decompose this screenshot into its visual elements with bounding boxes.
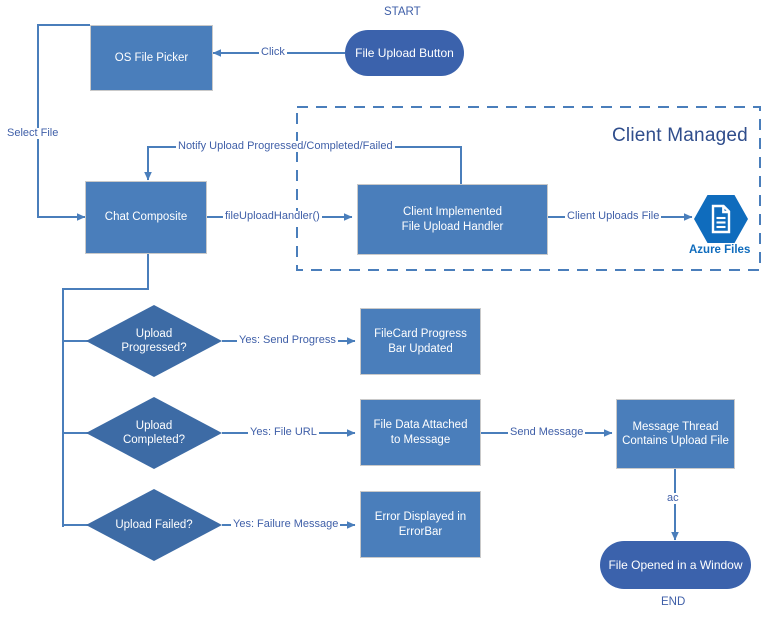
flowchart-canvas: File Upload Button OS File Picker Chat C…: [0, 0, 771, 619]
edge-label-notify: Notify Upload Progressed/Completed/Faile…: [176, 140, 395, 152]
edge-branch-spine: [62, 254, 149, 527]
node-label-line2: Bar Updated: [388, 342, 453, 355]
node-label: OS File Picker: [114, 51, 189, 64]
node-chat-composite[interactable]: Chat Composite: [85, 181, 207, 254]
node-os-file-picker[interactable]: OS File Picker: [90, 25, 213, 91]
azure-files-hexagon-document-icon: [692, 194, 750, 244]
edge-label-send-message: Send Message: [508, 426, 586, 438]
edge-label-yes-failure-message: Yes: Failure Message: [231, 518, 341, 530]
edge-label-client-uploads-file: Client Uploads File: [565, 210, 662, 222]
edge-label-yes-send-progress: Yes: Send Progress: [237, 334, 338, 346]
client-managed-group-title: Client Managed: [612, 125, 748, 146]
node-label-line1: Upload: [135, 327, 173, 340]
edge-label-file-upload-handler: fileUploadHandler(): [223, 210, 322, 222]
end-label: END: [661, 596, 686, 608]
node-label-line2: Completed?: [122, 434, 185, 446]
node-label-line1: Client Implemented: [402, 206, 503, 219]
node-client-implemented-file-upload-handler[interactable]: Client Implemented File Upload Handler: [357, 184, 548, 255]
node-label-line1: Message Thread: [632, 420, 719, 433]
node-error-displayed-in-errorbar[interactable]: Error Displayed in ErrorBar: [360, 491, 481, 558]
node-label: Upload Failed?: [115, 518, 193, 531]
node-label: Chat Composite: [104, 211, 188, 224]
edge-notify: [144, 146, 462, 184]
edge-select-file: [37, 24, 90, 221]
node-label-line2: Progressed?: [121, 342, 187, 354]
node-file-upload-button[interactable]: File Upload Button: [345, 30, 464, 76]
node-label-line1: Error Displayed in: [374, 511, 467, 524]
node-label-line1: FileCard Progress: [374, 328, 467, 341]
node-file-opened-in-a-window[interactable]: File Opened in a Window: [600, 541, 751, 589]
start-label: START: [384, 6, 421, 18]
node-label-line2: to Message: [390, 433, 451, 446]
node-label-line1: Upload: [135, 419, 173, 432]
node-label-line2: ErrorBar: [398, 525, 443, 538]
edge-label-select-file: Select File: [5, 127, 61, 139]
edge-label-yes-file-url: Yes: File URL: [248, 426, 319, 438]
node-file-data-attached-to-message[interactable]: File Data Attached to Message: [360, 399, 481, 466]
node-label: File Opened in a Window: [608, 557, 743, 572]
edge-label-ac: ac: [665, 492, 681, 504]
node-label-line2: Contains Upload File: [622, 435, 729, 447]
edge-label-click: Click: [259, 46, 287, 58]
node-label-line2: File Upload Handler: [401, 220, 504, 233]
node-message-thread-contains-upload-file[interactable]: Message Thread Contains Upload File: [616, 399, 735, 469]
azure-files-label: Azure Files: [689, 244, 751, 256]
node-filecard-progress-bar-updated[interactable]: FileCard Progress Bar Updated: [360, 308, 481, 375]
node-label-line1: File Data Attached: [373, 419, 468, 432]
node-label: File Upload Button: [355, 45, 454, 60]
